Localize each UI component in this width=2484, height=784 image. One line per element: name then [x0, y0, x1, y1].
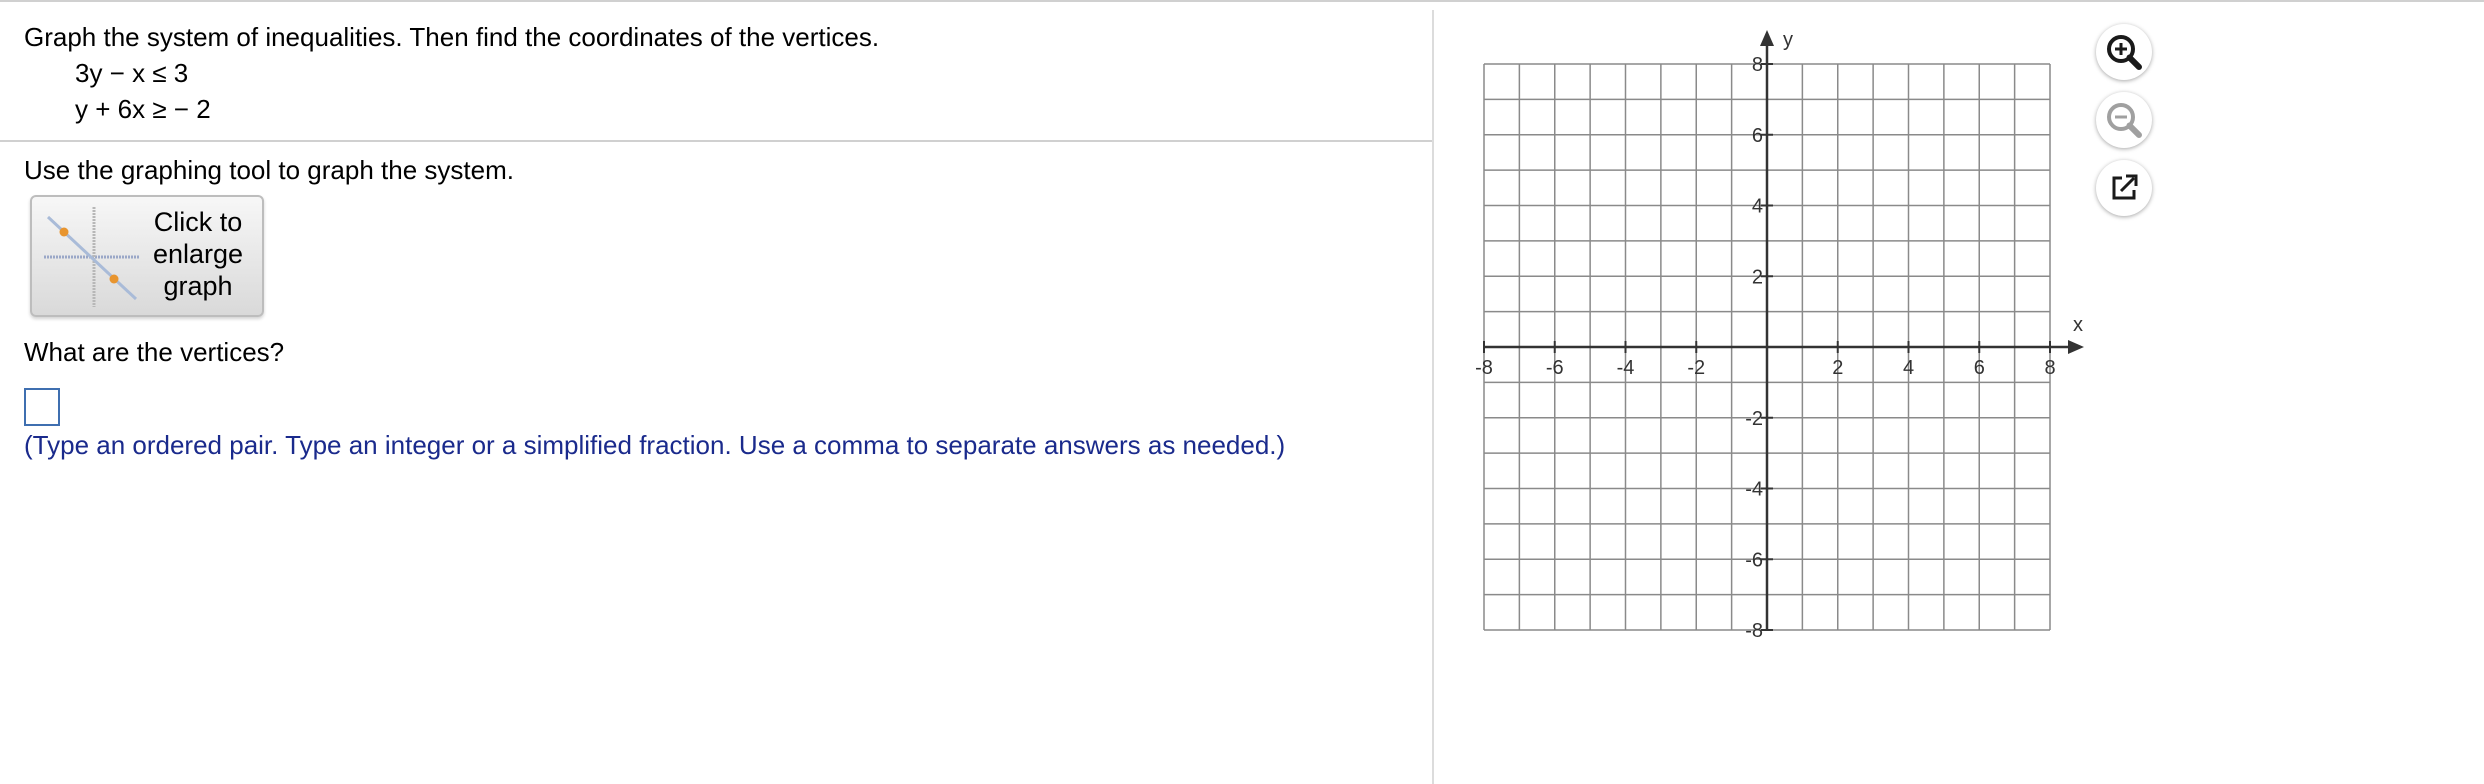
- popout-icon: [2112, 174, 2138, 200]
- graph-thumbnail-icon: [44, 207, 140, 307]
- enlarge-graph-label: Click to enlarge graph: [152, 207, 244, 301]
- zoom-in-button[interactable]: [2096, 24, 2152, 80]
- y-tick-label: -6: [1745, 549, 1763, 571]
- x-axis-arrow: [2068, 340, 2084, 354]
- popout-button[interactable]: [2096, 160, 2152, 216]
- answer-format-hint: (Type an ordered pair. Type an integer o…: [24, 430, 1286, 460]
- x-tick-label: -4: [1617, 357, 1635, 379]
- x-axis-label: x: [2073, 314, 2083, 336]
- y-tick-label: 4: [1752, 196, 1763, 218]
- x-tick-label: -2: [1687, 357, 1705, 379]
- question-instruction: Graph the system of inequalities. Then f…: [24, 22, 880, 52]
- y-tick-label: 6: [1752, 125, 1763, 147]
- graph-instruction: Use the graphing tool to graph the syste…: [24, 155, 514, 185]
- enlarge-graph-button[interactable]: Click to enlarge graph: [30, 195, 264, 317]
- vertices-answer-input[interactable]: [24, 388, 60, 426]
- section-divider: [0, 140, 1432, 142]
- graph-pane: xy -8 -6 -4 -2 2 4 6 8 8 6 4 2 -2 -4 -6 -8: [1434, 2, 2484, 782]
- y-tick-label: -2: [1745, 408, 1763, 430]
- x-tick-label: 4: [1903, 357, 1914, 379]
- x-tick-label: 2: [1832, 357, 1843, 379]
- y-axis-label: y: [1783, 29, 1793, 51]
- x-tick-label: 8: [2044, 357, 2055, 379]
- coordinate-graph[interactable]: xy -8 -6 -4 -2 2 4 6 88642-2-4-6-8: [1434, 2, 2094, 662]
- inequality-2: y + 6x ≥ − 2: [75, 94, 211, 124]
- y-tick-label: -8: [1745, 620, 1763, 642]
- y-axis-arrow: [1760, 30, 1774, 46]
- zoom-out-button[interactable]: [2096, 92, 2152, 148]
- zoom-out-icon: [2107, 103, 2142, 138]
- axes: xy: [1484, 29, 2084, 630]
- y-tick-label: -4: [1745, 479, 1763, 501]
- question-pane: Graph the system of inequalities. Then f…: [0, 2, 1432, 782]
- y-tick-label: 2: [1752, 266, 1763, 288]
- y-tick-label: 8: [1752, 54, 1763, 76]
- zoom-in-icon: [2107, 35, 2142, 70]
- x-tick-label: 6: [1974, 357, 1985, 379]
- inequality-1: 3y − x ≤ 3: [75, 58, 189, 88]
- x-tick-label: -8: [1475, 357, 1493, 379]
- vertices-question: What are the vertices?: [24, 337, 285, 367]
- x-tick-label: -6: [1546, 357, 1564, 379]
